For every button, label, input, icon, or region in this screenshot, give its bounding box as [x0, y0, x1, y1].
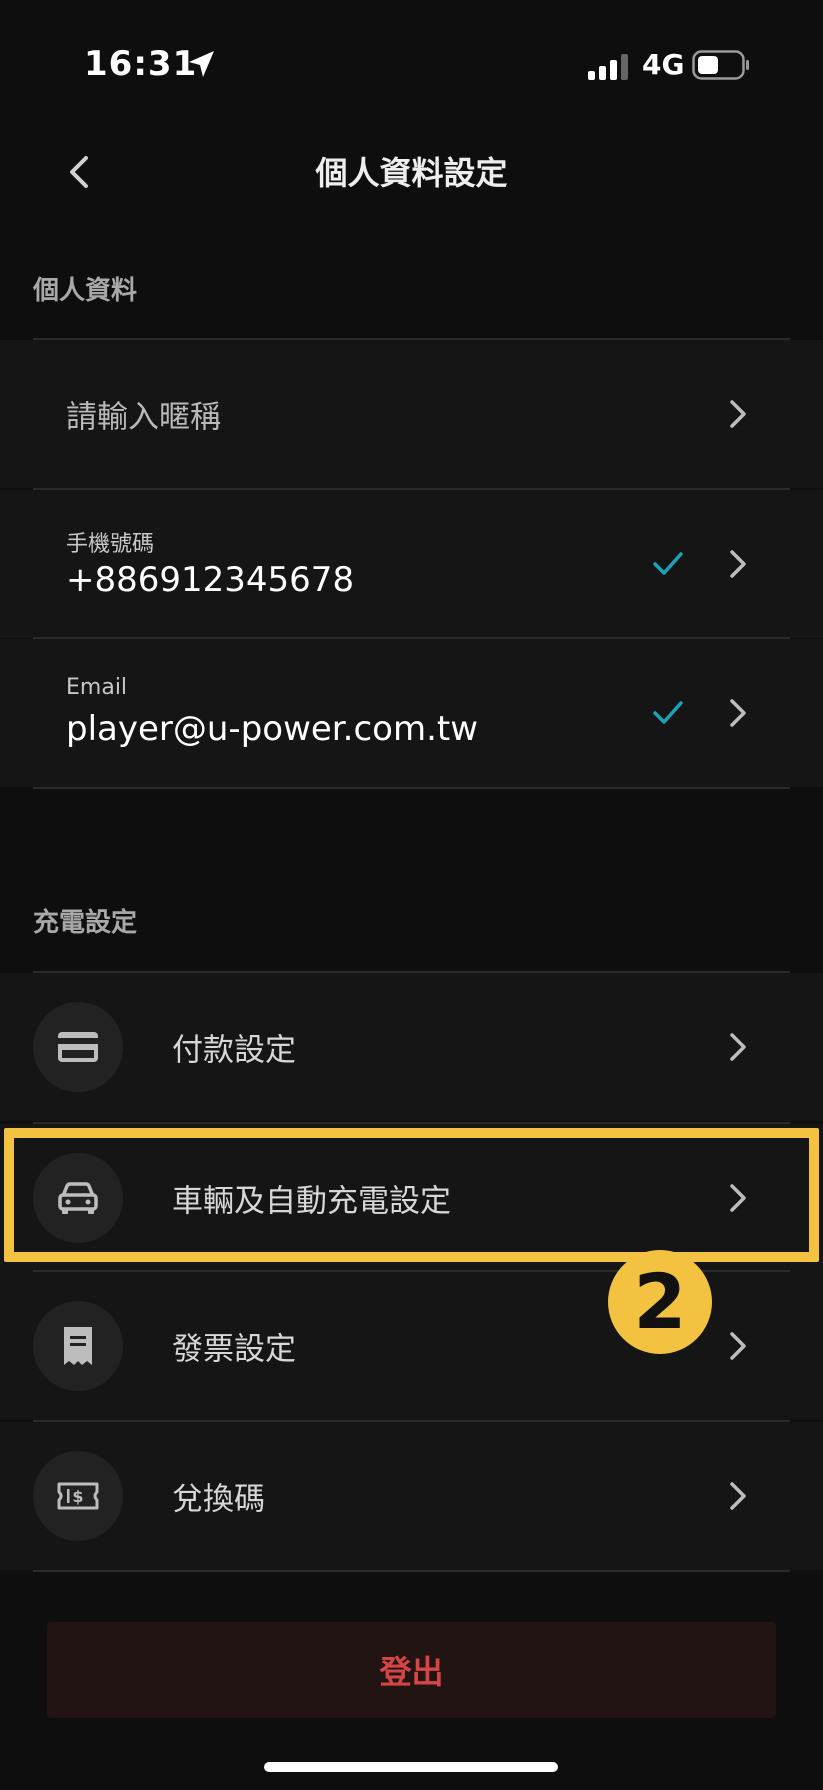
phone-row[interactable]: 手機號碼 +886912345678	[0, 490, 823, 638]
section-title-charging: 充電設定	[33, 908, 138, 938]
cellular-signal-icon	[588, 54, 628, 80]
tutorial-highlight-frame	[4, 1128, 819, 1262]
payment-settings-label: 付款設定	[172, 1032, 296, 1069]
verified-check-icon	[653, 552, 683, 575]
chevron-right-icon	[730, 1033, 746, 1061]
receipt-icon	[64, 1327, 92, 1365]
nav-bar: 個人資料設定	[0, 130, 823, 230]
email-value: player@u-power.com.tw	[66, 709, 479, 749]
location-arrow-icon	[189, 51, 214, 77]
page-title: 個人資料設定	[315, 154, 508, 192]
svg-text:$: $	[72, 1487, 83, 1506]
network-type: 4G	[642, 48, 685, 81]
status-bar: 16:31 4G	[0, 0, 823, 130]
status-time: 16:31	[84, 44, 198, 84]
nickname-row[interactable]: 請輸入暱稱	[0, 340, 823, 488]
chevron-right-icon	[730, 550, 746, 578]
phone-label: 手機號碼	[66, 532, 155, 557]
nickname-placeholder: 請輸入暱稱	[66, 399, 221, 436]
redeem-code-label: 兌換碼	[172, 1481, 265, 1518]
payment-settings-row[interactable]: 付款設定	[0, 973, 823, 1121]
divider	[33, 1570, 790, 1572]
logout-button[interactable]: 登出	[47, 1622, 776, 1718]
credit-card-icon	[58, 1032, 98, 1062]
verified-check-icon	[653, 701, 683, 724]
section-title-personal: 個人資料	[33, 276, 138, 306]
voucher-icon: $	[57, 1482, 99, 1510]
email-row[interactable]: Email player@u-power.com.tw	[0, 639, 823, 787]
invoice-settings-label: 發票設定	[172, 1331, 296, 1368]
invoice-icon-circle	[33, 1301, 123, 1391]
redeem-code-row[interactable]: $ 兌換碼	[0, 1422, 823, 1570]
chevron-right-icon	[730, 1482, 746, 1510]
email-label: Email	[66, 675, 128, 700]
divider	[33, 787, 790, 789]
logout-label: 登出	[379, 1653, 444, 1691]
home-indicator[interactable]	[264, 1762, 558, 1772]
redeem-icon-circle: $	[33, 1451, 123, 1541]
chevron-right-icon	[730, 1332, 746, 1360]
chevron-right-icon	[730, 400, 746, 428]
phone-value: +886912345678	[66, 560, 355, 600]
payment-icon-circle	[33, 1002, 123, 1092]
step-number-badge: 2	[608, 1250, 712, 1354]
chevron-right-icon	[730, 699, 746, 727]
battery-icon	[692, 50, 749, 80]
